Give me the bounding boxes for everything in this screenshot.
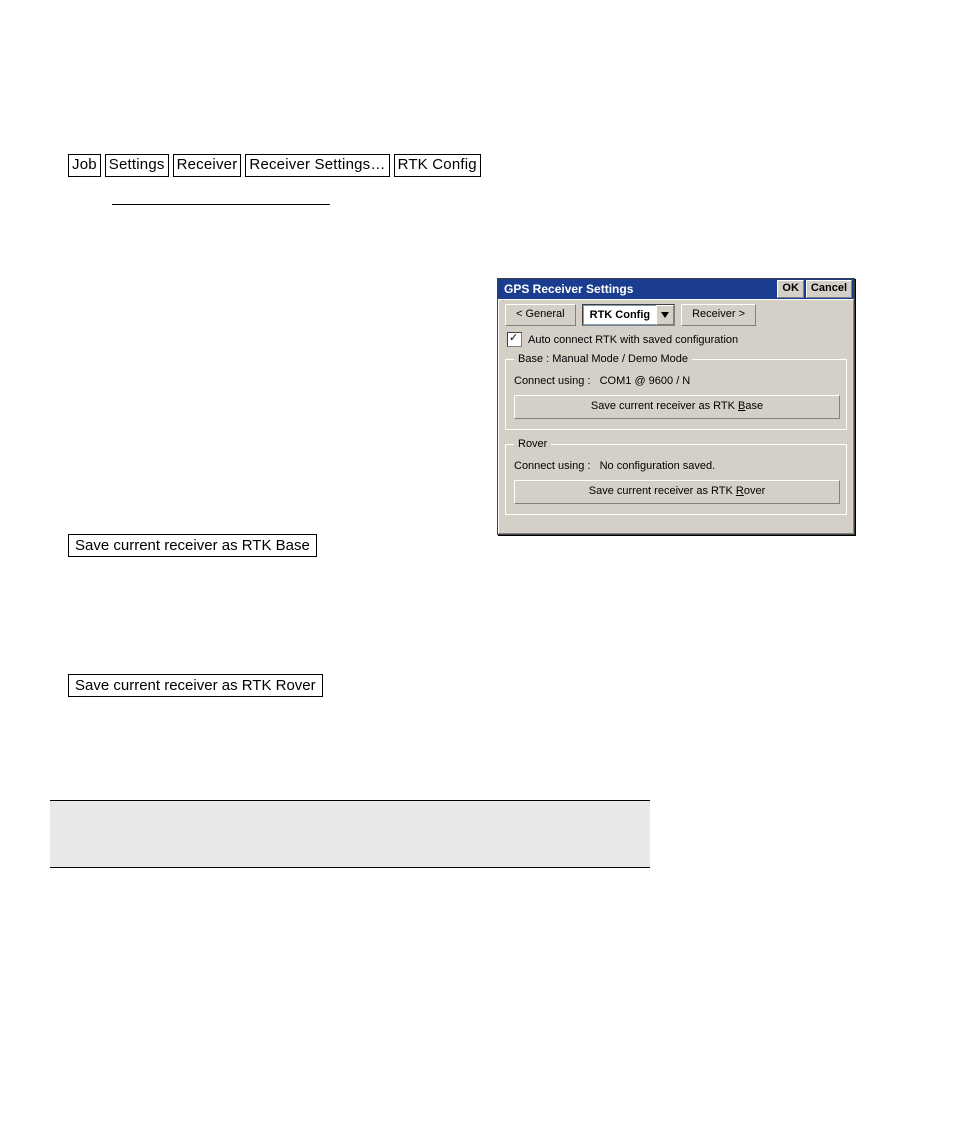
tab-current-combo[interactable]: RTK Config xyxy=(582,304,675,326)
crumb-rtk-config: RTK Config xyxy=(394,154,481,177)
inline-save-rover-button: Save current receiver as RTK Rover xyxy=(68,674,323,697)
tab-row: < General RTK Config Receiver > xyxy=(505,304,847,326)
crumb-settings: Settings xyxy=(105,154,169,177)
auto-connect-row[interactable]: Auto connect RTK with saved configuratio… xyxy=(507,332,847,347)
save-rover-button[interactable]: Save current receiver as RTK Rover xyxy=(514,480,840,504)
callout-box xyxy=(50,800,650,868)
base-group: Base : Manual Mode / Demo Mode Connect u… xyxy=(505,353,847,430)
tab-current-label: RTK Config xyxy=(583,305,656,325)
base-connect-value: COM1 @ 9600 / N xyxy=(600,375,691,387)
cancel-button[interactable]: Cancel xyxy=(806,280,852,298)
save-base-post: ase xyxy=(745,400,763,412)
auto-connect-label: Auto connect RTK with saved configuratio… xyxy=(528,334,738,346)
rover-connect-row: Connect using : No configuration saved. xyxy=(514,460,838,472)
save-base-button[interactable]: Save current receiver as RTK Base xyxy=(514,395,840,419)
chevron-down-icon[interactable] xyxy=(656,305,674,325)
save-base-pre: Save current receiver as RTK xyxy=(591,400,738,412)
gps-receiver-settings-dialog: GPS Receiver Settings OK Cancel < Genera… xyxy=(497,278,855,535)
save-rover-mnemonic: R xyxy=(736,485,744,497)
rover-group: Rover Connect using : No configuration s… xyxy=(505,438,847,515)
auto-connect-checkbox[interactable] xyxy=(507,332,522,347)
rover-connect-value: No configuration saved. xyxy=(600,460,716,472)
tab-prev-general[interactable]: < General xyxy=(505,304,576,326)
breadcrumb: Job Settings Receiver Receiver Settings…… xyxy=(68,154,485,177)
callout-rule-bottom xyxy=(50,867,650,868)
tab-next-receiver[interactable]: Receiver > xyxy=(681,304,756,326)
dialog-client: < General RTK Config Receiver > Auto con… xyxy=(498,299,854,534)
inline-save-base-button: Save current receiver as RTK Base xyxy=(68,534,317,557)
base-connect-row: Connect using : COM1 @ 9600 / N xyxy=(514,375,838,387)
save-rover-post: over xyxy=(744,485,765,497)
crumb-receiver: Receiver xyxy=(173,154,242,177)
callout-body xyxy=(50,801,650,867)
dialog-title: GPS Receiver Settings xyxy=(504,282,775,296)
save-rover-pre: Save current receiver as RTK xyxy=(589,485,736,497)
ok-button[interactable]: OK xyxy=(777,280,804,298)
rover-connect-label: Connect using : xyxy=(514,460,590,472)
crumb-receiver-settings: Receiver Settings… xyxy=(245,154,389,177)
crumb-job: Job xyxy=(68,154,101,177)
rover-legend: Rover xyxy=(514,438,551,450)
base-connect-label: Connect using : xyxy=(514,375,590,387)
section-underline xyxy=(112,204,330,205)
dialog-titlebar: GPS Receiver Settings OK Cancel xyxy=(498,279,854,299)
base-legend: Base : Manual Mode / Demo Mode xyxy=(514,353,692,365)
